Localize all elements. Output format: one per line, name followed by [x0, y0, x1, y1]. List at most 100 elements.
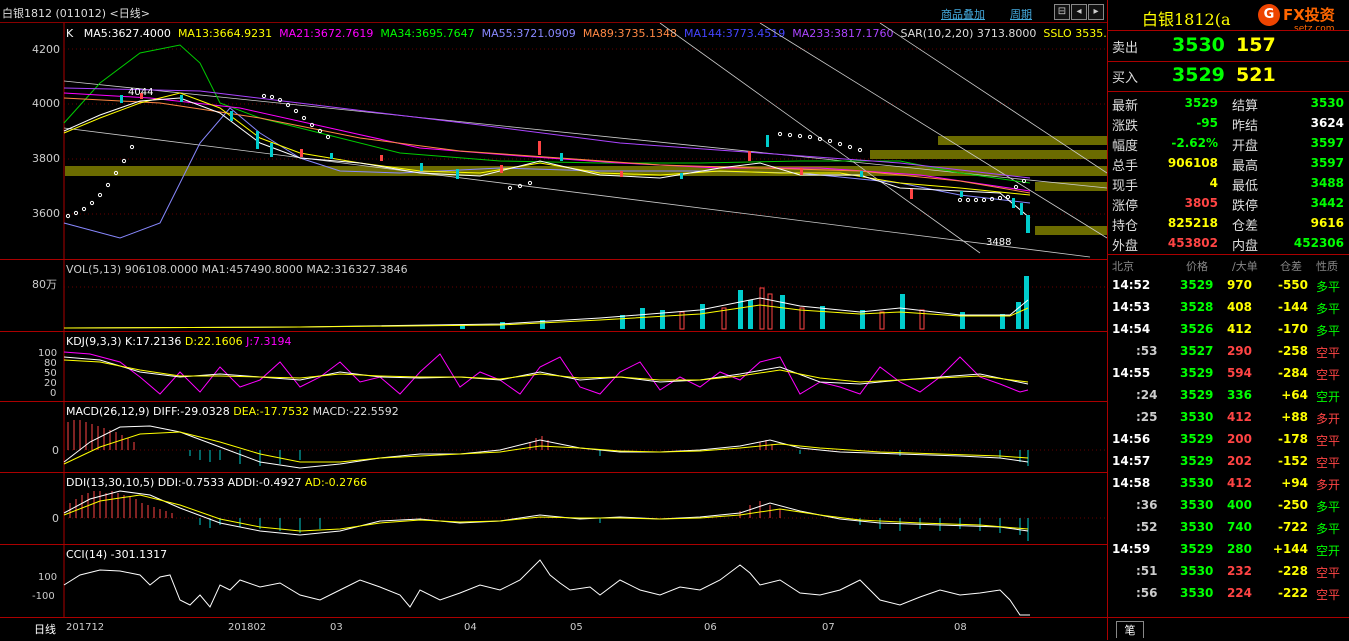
tick-oi-change: -284	[1277, 366, 1308, 380]
tick-row: :36 3530 400 -250 多平	[1108, 495, 1349, 517]
tick-price: 3529	[1180, 542, 1214, 556]
quote-panel: 白银1812(a G FX投资 setz.com 卖出 3530 157 买入 …	[1107, 0, 1349, 640]
chart-title: 白银1812 (011012) <日线>	[2, 7, 150, 20]
price-panel[interactable]: K MA5:3627.4000 MA13:3664.9231 MA21:3672…	[0, 23, 1114, 260]
tick-header-time: 北京	[1112, 260, 1134, 273]
volume-panel[interactable]: VOL(5,13) 906108.0000 MA1:457490.8000 MA…	[0, 260, 1107, 332]
tick-time: 14:57	[1112, 454, 1151, 468]
volume-chart-canvas	[63, 260, 1107, 331]
tick-volume: 336	[1226, 388, 1252, 402]
stat-label: 跌停	[1232, 199, 1259, 214]
stat-label: 现手	[1112, 179, 1139, 194]
ask-price: 3530	[1172, 34, 1225, 56]
tick-oi-change: -550	[1277, 278, 1308, 292]
tick-type: 空平	[1316, 434, 1341, 448]
tick-header-type: 性质	[1316, 260, 1338, 273]
cci-panel[interactable]: CCI(14) -301.1317 100 -100	[0, 545, 1107, 618]
time-tick: 07	[822, 622, 835, 633]
stat-value: 3488	[1310, 176, 1344, 190]
next-icon[interactable]: ▸	[1088, 4, 1104, 20]
stat-label: 涨停	[1112, 199, 1139, 214]
quote-stat-row: 幅度 -2.62% 开盘 3597	[1108, 133, 1349, 154]
quote-stat-row: 最新 3529 结算 3530	[1108, 93, 1349, 114]
quote-stats: 最新 3529 结算 3530 涨跌 -95 昨结 3624 幅度 -2.62% 开盘 3597 总手 9…	[1108, 93, 1349, 254]
stat-label: 开盘	[1232, 139, 1259, 154]
stat-value: 452306	[1293, 236, 1344, 250]
ask-volume: 157	[1236, 34, 1276, 56]
ask-label: 卖出	[1112, 41, 1139, 56]
macd-panel[interactable]: MACD(26,12,9) DIFF:-29.0328 DEA:-17.7532…	[0, 402, 1107, 473]
tick-row: :52 3530 740 -722 多平	[1108, 517, 1349, 539]
stat-label: 幅度	[1112, 139, 1139, 154]
period-link[interactable]: 周期	[1010, 6, 1032, 22]
stat-value: -2.62%	[1171, 136, 1218, 150]
tick-time: 14:59	[1112, 542, 1151, 556]
tick-volume: 202	[1226, 454, 1252, 468]
tick-tab[interactable]: 笔	[1116, 621, 1144, 638]
tick-volume: 412	[1226, 322, 1252, 336]
tick-list[interactable]: 14:52 3529 970 -550 多平 14:53 3528 408 -144 多平 14:5…	[1108, 275, 1349, 605]
quote-bottom-bar: 笔	[1108, 617, 1349, 641]
tick-type: 多平	[1316, 324, 1341, 338]
tick-type: 多开	[1316, 412, 1341, 426]
tick-header: 北京 价格 ∕大单 仓差 性质	[1108, 254, 1349, 275]
tick-time: 14:56	[1112, 432, 1151, 446]
zoom-out-icon[interactable]: ⊟	[1054, 4, 1070, 20]
tick-price: 3529	[1180, 454, 1214, 468]
tick-price: 3529	[1180, 278, 1214, 292]
tick-volume: 408	[1226, 300, 1252, 314]
tick-row: :51 3530 232 -228 空平	[1108, 561, 1349, 583]
tick-row: 14:56 3529 200 -178 空平	[1108, 429, 1349, 451]
time-tick: 201712	[66, 622, 105, 633]
instrument-name: 白银1812(a	[1142, 10, 1231, 29]
stat-value: 906108	[1167, 156, 1218, 170]
tick-time: 14:58	[1112, 476, 1151, 490]
tick-row: 14:55 3529 594 -284 空平	[1108, 363, 1349, 385]
tick-oi-change: +88	[1281, 410, 1308, 424]
tick-volume: 740	[1226, 520, 1252, 534]
tick-type: 多开	[1316, 478, 1341, 492]
stat-label: 总手	[1112, 159, 1139, 174]
tick-oi-change: -144	[1277, 300, 1308, 314]
tick-time: 14:52	[1112, 278, 1151, 292]
stat-value: 3530	[1310, 96, 1344, 110]
ddi-panel[interactable]: DDI(13,30,10,5) DDI:-0.7533 ADDI:-0.4927…	[0, 473, 1107, 545]
overlay-link[interactable]: 商品叠加	[941, 6, 985, 22]
stat-value: 9616	[1310, 216, 1344, 230]
tick-oi-change: +144	[1272, 542, 1308, 556]
tick-oi-change: -250	[1277, 498, 1308, 512]
tick-type: 多平	[1316, 280, 1341, 294]
stat-value: -95	[1196, 116, 1218, 130]
stat-label: 结算	[1232, 99, 1259, 114]
tick-oi-change: -222	[1277, 586, 1308, 600]
time-tick: 03	[330, 622, 343, 633]
profile-bar	[1035, 226, 1107, 235]
kdj-panel[interactable]: KDJ(9,3,3) K:17.2136 D:22.1606 J:7.3194 …	[0, 332, 1107, 402]
tick-time: :36	[1136, 498, 1158, 512]
stat-value: 3805	[1184, 196, 1218, 210]
tick-type: 多平	[1316, 302, 1341, 316]
time-tick: 04	[464, 622, 477, 633]
tick-oi-change: -178	[1277, 432, 1308, 446]
time-tick: 08	[954, 622, 967, 633]
stat-label: 最新	[1112, 99, 1139, 114]
stat-value: 453802	[1167, 236, 1218, 250]
ask-row[interactable]: 卖出 3530 157	[1108, 30, 1349, 62]
stat-label: 昨结	[1232, 119, 1259, 134]
tick-row: 14:54 3526 412 -170 多平	[1108, 319, 1349, 341]
prev-icon[interactable]: ◂	[1071, 4, 1087, 20]
tick-price: 3529	[1180, 388, 1214, 402]
tick-oi-change: -722	[1277, 520, 1308, 534]
bid-row[interactable]: 买入 3529 521	[1108, 61, 1349, 92]
tick-row: :53 3527 290 -258 空平	[1108, 341, 1349, 363]
tick-price: 3527	[1180, 344, 1214, 358]
time-tick: 06	[704, 622, 717, 633]
quote-stat-row: 现手 4 最低 3488	[1108, 173, 1349, 194]
quote-stat-row: 涨停 3805 跌停 3442	[1108, 193, 1349, 214]
time-tick: 05	[570, 622, 583, 633]
tick-price: 3530	[1180, 498, 1214, 512]
daily-tab[interactable]: 日线	[34, 621, 56, 637]
tick-price: 3530	[1180, 564, 1214, 578]
bid-label: 买入	[1112, 71, 1139, 86]
tick-volume: 400	[1226, 498, 1252, 512]
